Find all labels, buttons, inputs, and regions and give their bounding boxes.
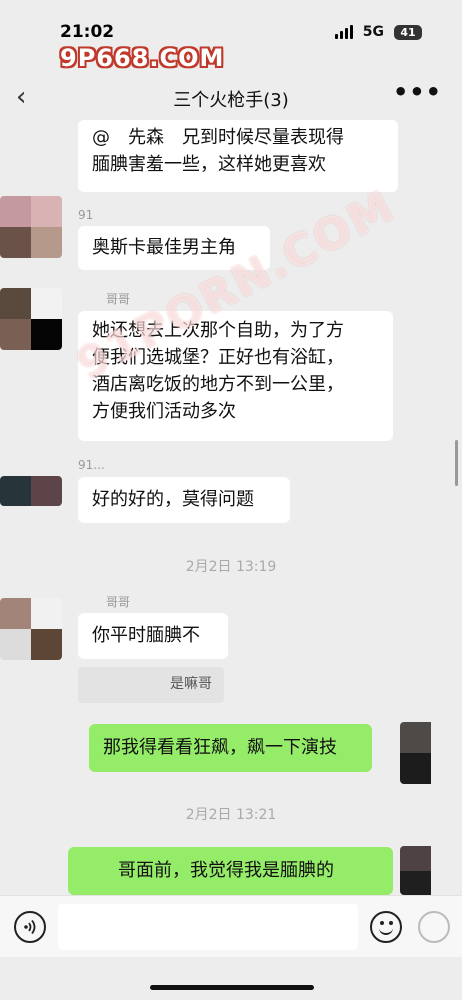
avatar[interactable] (0, 196, 62, 258)
quoted-text: 是嘛哥 (170, 676, 212, 692)
avatar[interactable] (0, 476, 62, 506)
add-icon[interactable] (418, 911, 450, 943)
status-bar: 21:02 5G 41 (0, 0, 462, 44)
voice-input-icon[interactable] (14, 911, 46, 943)
home-indicator (150, 985, 314, 990)
network-type: 5G (362, 24, 384, 40)
message-input[interactable] (58, 904, 358, 950)
message-list[interactable]: @ 先森 兄到时候尽量表现得 腼腆害羞一些，这样她更喜欢 91 奥斯卡最佳男主角… (0, 120, 462, 895)
message-bubble-outgoing[interactable]: 哥面前，我觉得我是腼腆的 (68, 847, 393, 895)
avatar[interactable] (0, 598, 62, 660)
watermark-top: 9P668.COM (60, 44, 225, 72)
message-bubble[interactable]: 好的好的，莫得问题 (78, 477, 290, 523)
message-bubble[interactable]: 奥斯卡最佳男主角 (78, 226, 270, 270)
sender-name: 哥哥 (106, 595, 131, 609)
message-bubble-outgoing[interactable]: 那我得看看狂飙，飙一下演技 (89, 724, 372, 772)
status-indicators: 5G 41 (334, 24, 422, 40)
scrollbar[interactable] (455, 440, 458, 486)
input-bar (0, 895, 462, 957)
message-bubble[interactable]: 你平时腼腆不 (78, 613, 228, 659)
signal-icon (334, 25, 353, 39)
status-time: 21:02 (60, 22, 115, 42)
battery-level: 41 (400, 25, 416, 39)
message-bubble[interactable]: 她还想去上次那个自助，为了方 便我们选城堡？正好也有浴缸， 酒店离吃饭的地方不到… (78, 311, 393, 441)
sender-name: 哥哥 (106, 292, 131, 306)
chat-header: ‹ 三个火枪手(3) ••• (0, 72, 462, 120)
sender-name: 91... (78, 458, 105, 472)
avatar-self[interactable] (400, 846, 462, 895)
sender-name: 91 (78, 208, 94, 222)
avatar[interactable] (0, 288, 62, 350)
quoted-message[interactable]: 是嘛哥 (78, 667, 224, 703)
timestamp: 2月2日 13:21 (185, 807, 277, 823)
more-icon[interactable]: ••• (393, 78, 442, 106)
battery-icon: 41 (394, 24, 422, 40)
avatar-self[interactable] (400, 722, 462, 784)
emoji-icon[interactable] (370, 911, 402, 943)
timestamp: 2月2日 13:19 (185, 559, 277, 575)
voice-waves-icon (24, 919, 36, 935)
message-bubble[interactable]: @ 先森 兄到时候尽量表现得 腼腆害羞一些，这样她更喜欢 (78, 120, 398, 192)
